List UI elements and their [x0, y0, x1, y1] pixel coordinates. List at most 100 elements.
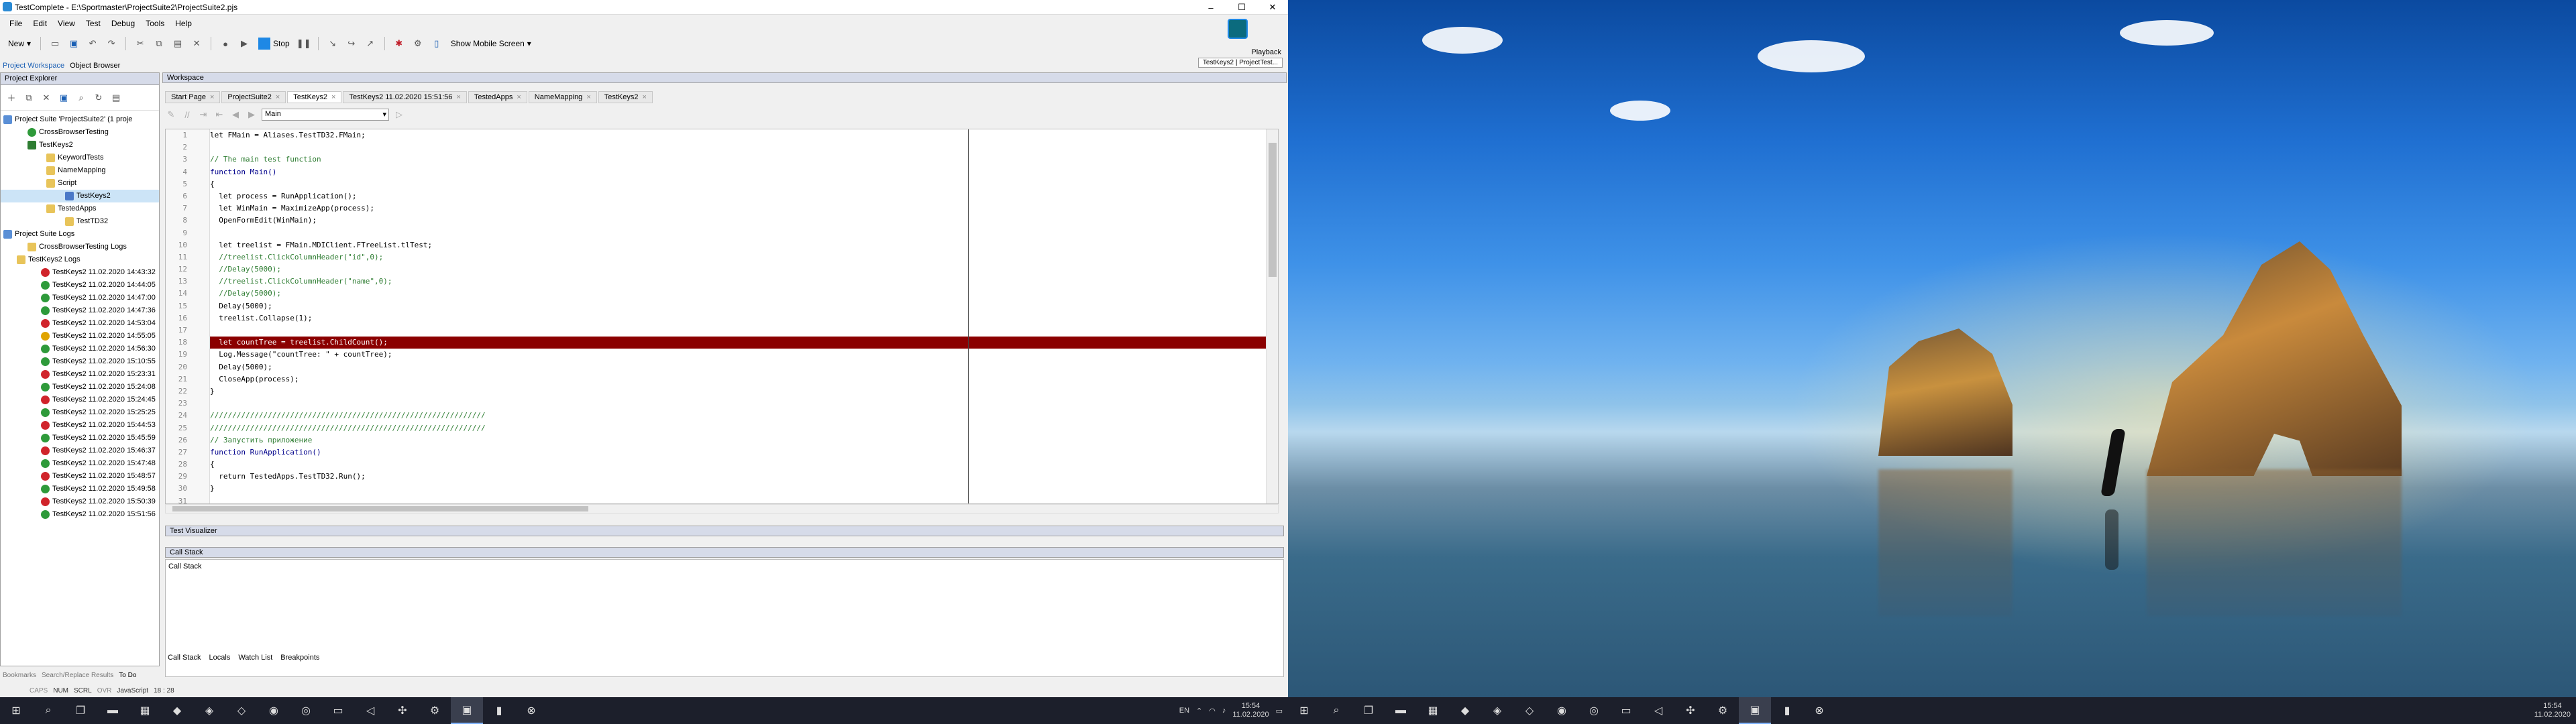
gear-icon[interactable]: ⚙ — [411, 36, 425, 51]
stop-button[interactable]: Stop — [256, 38, 292, 50]
code-line[interactable]: 1 let FMain = Aliases.TestTD32.FMain; — [182, 129, 1266, 141]
back-icon[interactable]: ◀ — [229, 109, 241, 121]
tree-node[interactable]: Project Suite Logs — [1, 228, 159, 241]
tree-node[interactable]: TestKeys2 11.02.2020 15:46:37 — [1, 444, 159, 457]
app-icon[interactable]: ⊗ — [1803, 697, 1835, 724]
tab-bookmarks[interactable]: Bookmarks — [3, 672, 36, 681]
terminal-icon[interactable]: ▮ — [483, 697, 515, 724]
test-visualizer-header[interactable]: Test Visualizer — [165, 526, 1284, 536]
tree-node[interactable]: TestKeys2 11.02.2020 14:47:36 — [1, 304, 159, 317]
minimize-button[interactable]: – — [1195, 0, 1226, 15]
routine-selector[interactable]: Main — [262, 109, 389, 121]
pause-icon[interactable]: ❚❚ — [297, 36, 311, 51]
tab-call-stack[interactable]: Call Stack — [166, 653, 203, 662]
document-tab[interactable]: ProjectSuite2 × — [221, 91, 286, 103]
code-line[interactable]: 9 — [182, 227, 1266, 239]
object-spy-icon[interactable]: ✱ — [392, 36, 407, 51]
code-line[interactable]: 8 OpenFormEdit(WinMain); — [182, 215, 1266, 227]
app-icon[interactable]: ✣ — [386, 697, 419, 724]
code-line[interactable]: 25 //////////////////////////////////////… — [178, 422, 1266, 434]
mobile-icon[interactable]: ▯ — [429, 36, 444, 51]
code-line[interactable]: 5{ — [182, 178, 1266, 190]
vscode-icon[interactable]: ◁ — [354, 697, 386, 724]
visual-studio-icon[interactable]: ◇ — [225, 697, 258, 724]
app-icon[interactable]: ◆ — [161, 697, 193, 724]
properties-icon[interactable]: ▣ — [57, 91, 70, 105]
edit-icon[interactable]: ✎ — [165, 109, 177, 121]
menu-tools[interactable]: Tools — [142, 17, 168, 31]
app-icon[interactable]: ⊗ — [515, 697, 547, 724]
code-line[interactable]: 31 — [178, 495, 1266, 503]
playback-target-field[interactable]: TestKeys2 | ProjectTest... — [1197, 58, 1283, 68]
tree-node[interactable]: TestKeys2 11.02.2020 15:45:59 — [1, 432, 159, 444]
refresh-icon[interactable]: ↻ — [92, 91, 105, 105]
tree-node[interactable]: TestKeys2 11.02.2020 15:25:25 — [1, 406, 159, 419]
tree-node[interactable]: TestKeys2 11.02.2020 14:56:30 — [1, 343, 159, 355]
step-over-icon[interactable]: ↪ — [344, 36, 359, 51]
code-line[interactable]: 7 let WinMain = MaximizeApp(process); — [182, 202, 1266, 215]
folder-icon[interactable]: ▭ — [1610, 697, 1642, 724]
code-line[interactable]: 14 //Delay(5000); — [178, 288, 1266, 300]
tree-node[interactable]: TestKeys2 11.02.2020 15:24:08 — [1, 381, 159, 394]
tree-node[interactable]: TestKeys2 — [1, 139, 159, 152]
tree-node[interactable]: TestTD32 — [1, 215, 159, 228]
app-icon[interactable]: ⚙ — [419, 697, 451, 724]
clock[interactable]: 15:54 11.02.2020 — [1232, 702, 1269, 719]
tree-node[interactable]: TestKeys2 11.02.2020 15:44:53 — [1, 419, 159, 432]
code-line[interactable]: 13 //treelist.ClickColumnHeader("name",0… — [178, 276, 1266, 288]
chrome-icon[interactable]: ◉ — [258, 697, 290, 724]
search-icon[interactable]: ⌕ — [1320, 697, 1352, 724]
document-tab[interactable]: TestedApps × — [468, 91, 527, 103]
code-line[interactable]: 22} — [178, 385, 1266, 398]
tree-node[interactable]: TestedApps — [1, 202, 159, 215]
code-line[interactable]: 6 let process = RunApplication(); — [182, 190, 1266, 202]
task-view-icon[interactable]: ❐ — [64, 697, 97, 724]
delete-icon[interactable]: ✕ — [40, 91, 53, 105]
tree-node[interactable]: Script — [1, 177, 159, 190]
add-icon[interactable]: ＋ — [5, 91, 18, 105]
document-tab[interactable]: TestKeys2 × — [287, 91, 342, 103]
tree-node[interactable]: Project Suite 'ProjectSuite2' (1 proje — [1, 113, 159, 126]
app-icon[interactable]: ◈ — [193, 697, 225, 724]
menu-test[interactable]: Test — [82, 17, 105, 31]
code-line[interactable]: 17 — [178, 324, 1266, 337]
tree-node[interactable]: CrossBrowserTesting — [1, 126, 159, 139]
code-line[interactable]: 28 { — [178, 459, 1266, 471]
notifications-icon[interactable]: ▭ — [1276, 707, 1283, 715]
document-tab[interactable]: TestKeys2 × — [598, 91, 653, 103]
clock[interactable]: 15:54 11.02.2020 — [2534, 702, 2571, 719]
vscode-icon[interactable]: ◁ — [1642, 697, 1674, 724]
tree-node[interactable]: TestKeys2 11.02.2020 15:51:56 — [1, 508, 159, 521]
scroll-thumb[interactable] — [1269, 143, 1277, 277]
outdent-icon[interactable]: ⇤ — [213, 109, 225, 121]
code-line[interactable]: 16 treelist.Collapse(1); — [178, 312, 1266, 324]
testcomplete-icon[interactable]: ▣ — [451, 697, 483, 724]
open-icon[interactable]: ▭ — [48, 36, 62, 51]
code-editor[interactable]: 1 let FMain = Aliases.TestTD32.FMain; 2 3//… — [165, 129, 1279, 504]
tree-node[interactable]: TestKeys2 11.02.2020 15:23:31 — [1, 368, 159, 381]
copy-icon[interactable]: ⧉ — [22, 91, 36, 105]
menu-file[interactable]: File — [5, 17, 26, 31]
document-tab[interactable]: Start Page × — [165, 91, 221, 103]
code-line[interactable]: 4 function Main() — [182, 166, 1266, 178]
close-icon[interactable]: × — [210, 93, 214, 101]
cut-icon[interactable]: ✂ — [133, 36, 148, 51]
app-icon[interactable]: ◈ — [1481, 697, 1513, 724]
app-icon[interactable]: ◆ — [1449, 697, 1481, 724]
collapse-icon[interactable]: ▤ — [109, 91, 123, 105]
document-tab[interactable]: TestKeys2 11.02.2020 15:51:56 × — [343, 91, 467, 103]
tree-node[interactable]: TestKeys2 11.02.2020 15:47:48 — [1, 457, 159, 470]
code-line[interactable]: 10 let treelist = FMain.MDIClient.FTreeL… — [178, 239, 1266, 251]
tree-node[interactable]: TestKeys2 11.02.2020 14:43:32 — [1, 266, 159, 279]
close-button[interactable]: ✕ — [1257, 0, 1288, 15]
network-icon[interactable]: ◠ — [1209, 707, 1216, 715]
tree-node[interactable]: KeywordTests — [1, 152, 159, 164]
close-icon[interactable]: × — [456, 93, 460, 101]
visual-studio-icon[interactable]: ◇ — [1513, 697, 1546, 724]
menu-view[interactable]: View — [54, 17, 79, 31]
close-icon[interactable]: × — [331, 93, 335, 101]
tab-project-workspace[interactable]: Project Workspace — [3, 62, 64, 71]
chrome-icon[interactable]: ◉ — [1546, 697, 1578, 724]
tree-node[interactable]: TestKeys2 11.02.2020 15:48:57 — [1, 470, 159, 483]
code-line[interactable]: 24 //////////////////////////////////////… — [178, 410, 1266, 422]
